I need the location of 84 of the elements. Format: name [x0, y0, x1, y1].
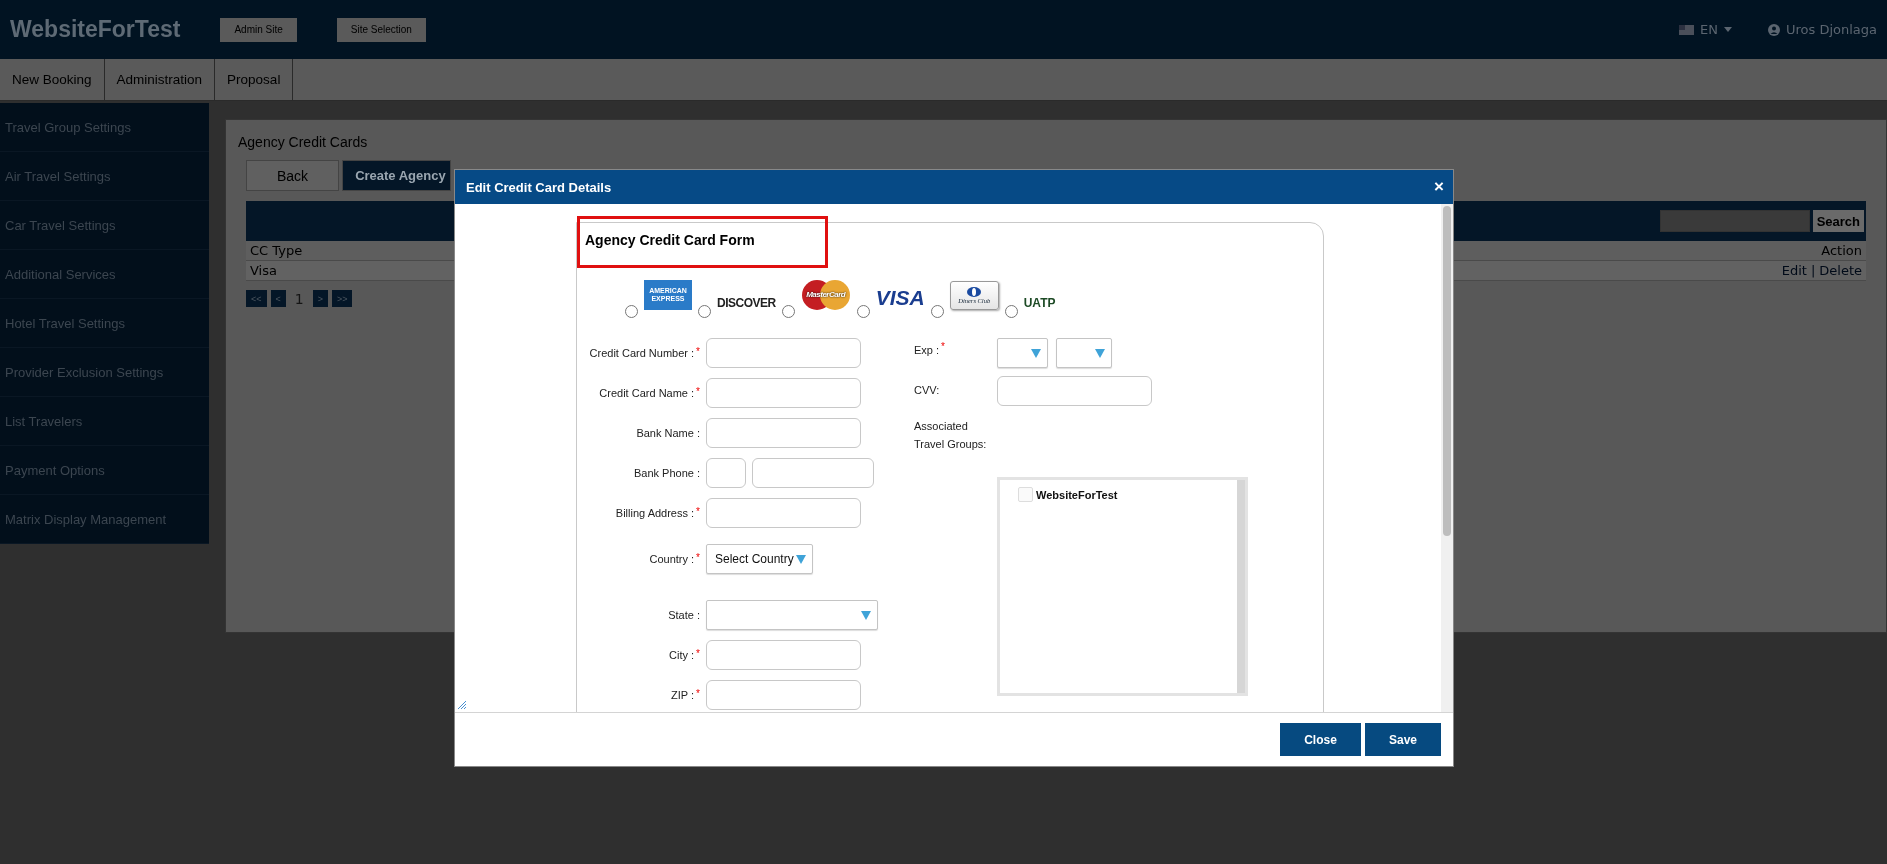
tab[interactable]: Back: [246, 160, 340, 191]
phone-field[interactable]: [752, 458, 874, 488]
tab[interactable]: Create Agency: [342, 160, 451, 191]
text-field[interactable]: [706, 418, 861, 448]
country-dropdown[interactable]: Select Country: [706, 544, 813, 574]
state-dropdown[interactable]: [706, 600, 878, 630]
edit-link[interactable]: Edit: [1781, 263, 1807, 278]
user-icon: [1767, 23, 1780, 36]
resize-grip-icon[interactable]: [457, 700, 467, 710]
text-field[interactable]: [706, 680, 861, 710]
header-button[interactable]: Admin Site: [220, 17, 297, 42]
separator: |: [1810, 263, 1816, 278]
area-code-field[interactable]: [706, 458, 746, 488]
text-field[interactable]: [706, 498, 861, 528]
sidebar-item[interactable]: Payment Options: [0, 446, 209, 495]
radio-button[interactable]: [781, 305, 795, 318]
text-field[interactable]: [706, 338, 861, 368]
column-header: Action: [1821, 243, 1862, 258]
header-button[interactable]: Site Selection: [336, 17, 426, 42]
page-title: Agency Credit Cards: [238, 134, 368, 150]
radio-button[interactable]: [856, 305, 870, 318]
search-field[interactable]: [1659, 210, 1810, 232]
pager-button[interactable]: <: [270, 290, 286, 307]
field-label: Credit Card Number : *: [588, 347, 700, 359]
close-button[interactable]: ×: [1434, 177, 1444, 197]
card-logo: UATP: [1023, 296, 1056, 310]
text-field[interactable]: [706, 640, 861, 670]
dialog-button[interactable]: Close: [1280, 723, 1361, 756]
delete-link[interactable]: Delete: [1819, 263, 1862, 278]
sidebar-item[interactable]: Car Travel Settings: [0, 201, 209, 250]
group-name: WebsiteForTest: [1036, 488, 1118, 501]
dropdown-arrow-icon: [1031, 348, 1041, 358]
field-label: Country : *: [648, 553, 700, 565]
card-logo: DISCOVER: [717, 296, 776, 310]
sidebar-item[interactable]: Travel Group Settings: [0, 103, 209, 152]
flag-icon: [1679, 24, 1694, 35]
search-button[interactable]: Search: [1812, 210, 1864, 232]
field-label: Bank Phone :: [632, 467, 700, 479]
radio-button[interactable]: [698, 305, 711, 318]
nav-tab[interactable]: Proposal: [215, 59, 294, 100]
field-label: Exp : *: [914, 340, 946, 358]
checkbox[interactable]: [1018, 487, 1033, 503]
radio-button[interactable]: [930, 305, 944, 318]
dropdown-arrow-icon: [861, 610, 871, 620]
current-page: 1: [293, 290, 305, 307]
field-label: Billing Address : *: [614, 507, 700, 519]
field-label: Associated Travel Groups:: [914, 419, 988, 452]
text-field[interactable]: [706, 378, 861, 408]
sidebar-item[interactable]: Matrix Display Management: [0, 495, 209, 544]
field-label: ZIP : *: [670, 689, 700, 701]
dialog-button[interactable]: Save: [1365, 723, 1441, 756]
scrollbar[interactable]: [1237, 480, 1245, 694]
sidebar-item[interactable]: Air Travel Settings: [0, 152, 209, 201]
sidebar-item[interactable]: List Travelers: [0, 397, 209, 446]
site-logo[interactable]: WebsiteForTest: [10, 16, 181, 43]
dropdown-arrow-icon: [1095, 348, 1105, 358]
user-name[interactable]: Uros Djonlaga: [1785, 22, 1877, 37]
nav-tab[interactable]: New Booking: [0, 59, 105, 100]
field-label: CVV:: [914, 383, 941, 399]
month-dropdown[interactable]: [997, 338, 1048, 368]
card-logo: VISA: [875, 286, 925, 310]
field-label: Bank Name :: [635, 427, 700, 439]
year-dropdown[interactable]: [1056, 338, 1112, 368]
pager-button[interactable]: >: [312, 290, 328, 307]
radio-button[interactable]: [1004, 305, 1018, 318]
table-cell: Visa: [250, 263, 277, 278]
sidebar-item[interactable]: Provider Exclusion Settings: [0, 348, 209, 397]
field-label: City : *: [668, 649, 700, 661]
caret-icon[interactable]: [1723, 27, 1732, 32]
cvv-field[interactable]: [997, 376, 1152, 406]
pager-button[interactable]: <<: [246, 290, 267, 307]
dialog-title: Edit Credit Card Details: [466, 179, 612, 195]
sidebar-item[interactable]: Additional Services: [0, 250, 209, 299]
form-title: Agency Credit Card Form: [577, 216, 828, 268]
field-label: Credit Card Name : *: [598, 387, 700, 399]
field-label: State :: [667, 609, 700, 621]
scrollbar[interactable]: [1441, 204, 1453, 712]
nav-tab[interactable]: Administration: [104, 59, 216, 100]
pager-button[interactable]: >>: [331, 290, 353, 307]
language-selector[interactable]: EN: [1700, 22, 1718, 37]
sidebar-item[interactable]: Hotel Travel Settings: [0, 299, 209, 348]
dropdown-arrow-icon: [795, 554, 806, 564]
radio-button[interactable]: [625, 305, 638, 318]
column-header: CC Type: [250, 243, 303, 258]
